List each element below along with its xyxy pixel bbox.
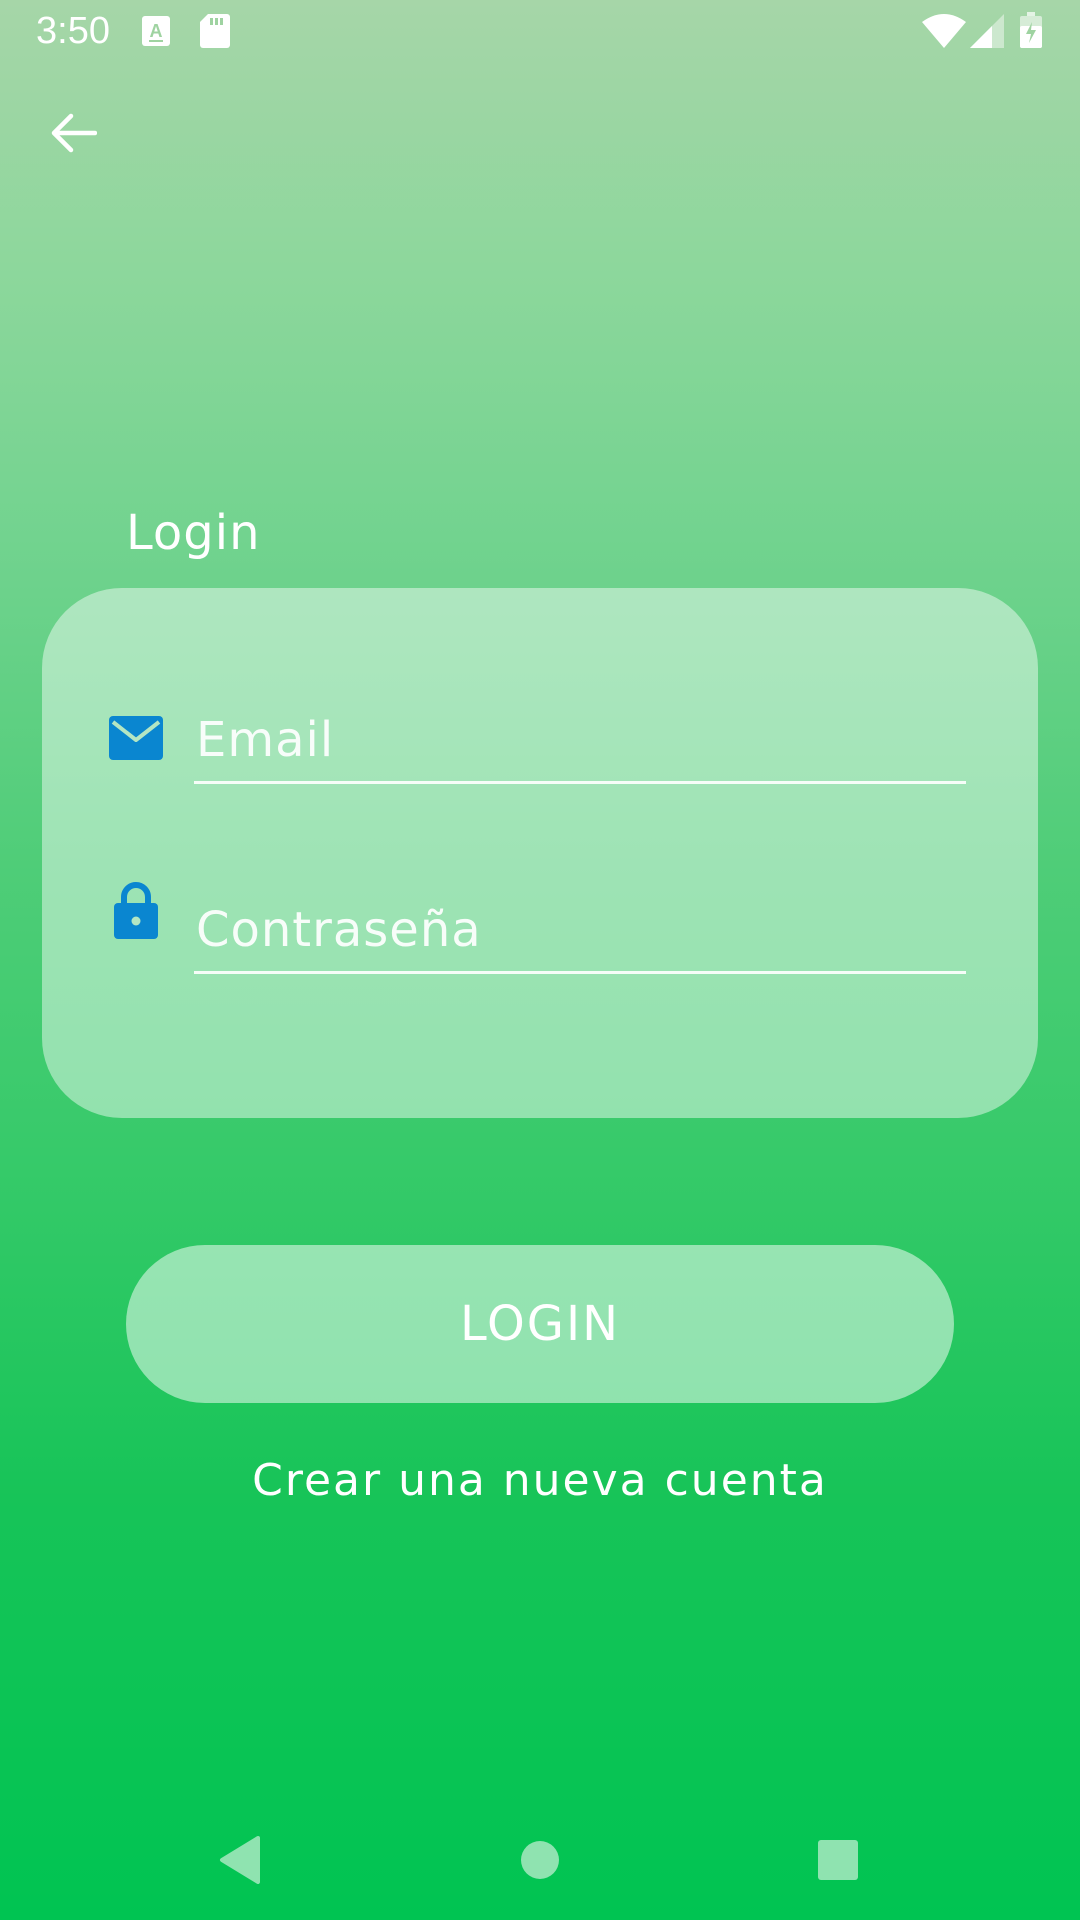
nav-recents-button[interactable]: [808, 1832, 868, 1892]
create-account-link[interactable]: Crear una nueva cuenta: [0, 1455, 1080, 1506]
nav-back-button[interactable]: [210, 1832, 270, 1892]
navigation-bar: [0, 1800, 1080, 1920]
keyboard-a-icon: A: [142, 16, 170, 50]
back-button[interactable]: [38, 100, 108, 170]
status-bar: 3:50 A: [0, 0, 1080, 64]
svg-text:A: A: [150, 21, 163, 41]
login-button[interactable]: LOGIN: [126, 1245, 954, 1403]
battery-charging-icon: [1020, 12, 1042, 52]
password-row: [42, 882, 1038, 998]
password-field[interactable]: [194, 894, 966, 974]
page-title: Login: [126, 505, 261, 561]
nav-back-icon: [218, 1836, 262, 1888]
envelope-icon: [108, 708, 164, 768]
email-field[interactable]: [194, 704, 966, 784]
arrow-back-icon: [49, 112, 98, 158]
signal-icon: [970, 14, 1004, 52]
status-time: 3:50: [36, 10, 110, 52]
nav-home-icon: [520, 1840, 560, 1884]
login-card: [42, 588, 1038, 1118]
nav-recents-icon: [817, 1839, 859, 1885]
email-row: [42, 698, 1038, 808]
nav-home-button[interactable]: [510, 1832, 570, 1892]
wifi-icon: [922, 14, 966, 52]
sd-card-icon: [200, 14, 230, 52]
lock-icon: [108, 880, 164, 940]
